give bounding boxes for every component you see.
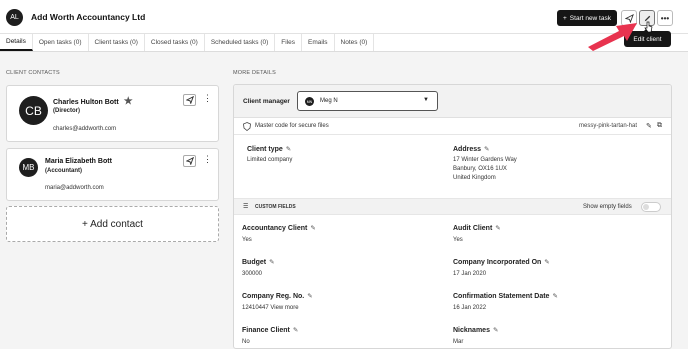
address-line-2: Banbury, OX16 1UX	[453, 166, 507, 172]
tab-emails[interactable]: Emails	[302, 34, 335, 51]
more-options-button[interactable]: •••	[657, 10, 673, 26]
contact-card[interactable]: CB Charles Hulton Bott ★ (Director) char…	[6, 85, 219, 142]
client-manager-select[interactable]: MN Meg N ▼	[297, 91, 438, 111]
custom-fields-label: CUSTOM FIELDS	[255, 204, 296, 210]
pencil-icon[interactable]: ✎	[307, 293, 312, 300]
custom-field-label: Company Incorporated On ✎	[453, 259, 550, 266]
custom-field-value: Yes	[242, 237, 252, 243]
pencil-icon[interactable]: ✎	[269, 259, 274, 266]
chevron-down-icon: ▼	[423, 97, 429, 103]
tab-details[interactable]: Details	[0, 34, 33, 51]
client-contacts-heading: CLIENT CONTACTS	[6, 70, 60, 76]
client-name-title: Add Worth Accountancy Ltd	[31, 12, 146, 22]
ellipsis-icon: •••	[660, 13, 670, 23]
address-line-1: 17 Winter Gardens Way	[453, 157, 517, 163]
paper-plane-icon	[185, 96, 194, 104]
pencil-icon[interactable]: ✎	[544, 259, 549, 266]
contact-menu-icon[interactable]: ⋮	[203, 154, 212, 165]
client-type-label: Client type ✎	[247, 146, 292, 153]
custom-field-label: Audit Client ✎	[453, 225, 501, 232]
contact-avatar: CB	[19, 96, 48, 125]
master-code-row: Master code for secure files messy-pink-…	[234, 118, 671, 135]
custom-field-value: Yes	[453, 237, 463, 243]
client-type-value: Limited company	[247, 157, 293, 163]
client-manager-value: Meg N	[320, 98, 338, 104]
show-empty-fields-toggle[interactable]	[641, 202, 661, 212]
paper-plane-icon	[185, 157, 194, 165]
client-manager-row: Client manager MN Meg N ▼	[234, 85, 671, 118]
client-manager-label: Client manager	[243, 98, 290, 105]
address-line-3: United Kingdom	[453, 175, 496, 181]
plus-icon: +	[563, 14, 567, 22]
mouse-cursor-icon	[644, 21, 653, 33]
show-empty-fields-label: Show empty fields	[583, 204, 632, 210]
pencil-icon[interactable]: ✎	[310, 225, 315, 232]
send-message-button[interactable]	[183, 94, 196, 106]
contact-email: maria@addworth.com	[45, 185, 104, 191]
annotation-arrow-icon	[588, 23, 637, 51]
master-code-value: messy-pink-tartan-hat	[579, 123, 638, 129]
contact-name: Maria Elizabeth Bott	[45, 158, 112, 165]
send-message-button[interactable]	[183, 155, 196, 167]
tab-client-tasks[interactable]: Client tasks (0)	[89, 34, 145, 51]
copy-icon[interactable]: ⧉	[657, 122, 662, 130]
tab-scheduled-tasks[interactable]: Scheduled tasks (0)	[205, 34, 276, 51]
more-details-heading: MORE DETAILS	[233, 70, 276, 76]
pencil-icon[interactable]: ✎	[484, 146, 489, 153]
custom-field-label: Budget ✎	[242, 259, 275, 266]
contact-role: (Accountant)	[45, 168, 82, 174]
pencil-icon[interactable]: ✎	[286, 146, 291, 153]
pencil-icon[interactable]: ✎	[493, 327, 498, 334]
custom-field-value: No	[242, 339, 250, 345]
tab-notes[interactable]: Notes (0)	[335, 34, 375, 51]
master-code-label: Master code for secure files	[255, 123, 329, 129]
manager-avatar: MN	[305, 97, 314, 106]
contact-avatar: MB	[19, 158, 38, 177]
tab-open-tasks[interactable]: Open tasks (0)	[33, 34, 89, 51]
shield-icon	[243, 122, 251, 131]
contact-role: (Director)	[53, 108, 81, 114]
custom-field-value: 12410447 View more	[242, 305, 299, 311]
list-icon: ☰	[243, 204, 249, 210]
custom-field-label: Finance Client ✎	[242, 327, 299, 334]
custom-field-value: 300000	[242, 271, 263, 277]
pencil-icon[interactable]: ✎	[495, 225, 500, 232]
contact-card[interactable]: MB Maria Elizabeth Bott (Accountant) mar…	[6, 148, 219, 201]
pencil-icon[interactable]: ✎	[646, 122, 652, 130]
custom-field-label: Accountancy Client ✎	[242, 225, 316, 232]
custom-field-value: 16 Jan 2022	[453, 305, 487, 311]
custom-field-value: Mar	[453, 339, 464, 345]
client-avatar: AL	[6, 9, 23, 26]
custom-field-label: Nicknames ✎	[453, 327, 499, 334]
tab-closed-tasks[interactable]: Closed tasks (0)	[145, 34, 205, 51]
add-contact-button[interactable]: + Add contact	[6, 206, 219, 242]
custom-field-label: Company Reg. No. ✎	[242, 293, 313, 300]
tab-files[interactable]: Files	[275, 34, 303, 51]
contact-menu-icon[interactable]: ⋮	[203, 93, 212, 104]
address-label: Address ✎	[453, 146, 490, 153]
star-icon[interactable]: ★	[124, 96, 133, 107]
custom-field-value: 17 Jan 2020	[453, 271, 487, 277]
more-details-panel: Client manager MN Meg N ▼ Master code fo…	[233, 84, 672, 349]
contact-email: charles@addworth.com	[53, 126, 117, 132]
pencil-icon[interactable]: ✎	[552, 293, 557, 300]
pencil-icon[interactable]: ✎	[293, 327, 298, 334]
contact-name: Charles Hulton Bott ★	[53, 96, 133, 107]
custom-field-label: Confirmation Statement Date ✎	[453, 293, 558, 300]
custom-fields-row: ☰ CUSTOM FIELDS Show empty fields	[234, 198, 671, 215]
